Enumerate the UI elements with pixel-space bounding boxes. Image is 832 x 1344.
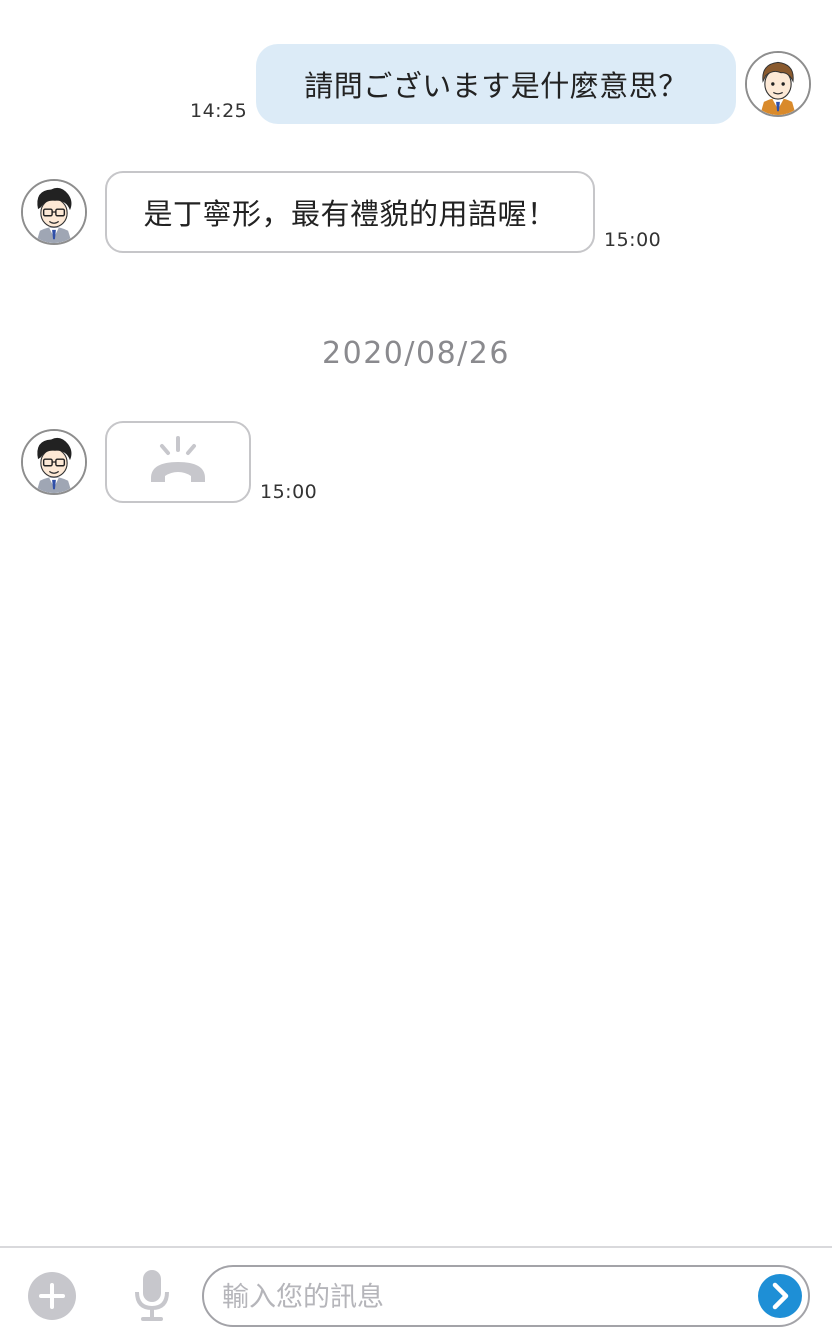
user-avatar-icon: [747, 53, 809, 115]
tutor-avatar-icon: [23, 181, 85, 243]
tutor-avatar[interactable]: [21, 179, 87, 245]
message-time: 14:25: [190, 100, 248, 122]
message-bubble-outgoing[interactable]: 請問ございます是什麼意思？: [256, 44, 736, 124]
plus-icon[interactable]: [28, 1272, 76, 1320]
send-button[interactable]: [758, 1274, 802, 1318]
message-input[interactable]: [222, 1275, 742, 1319]
message-time: 15:00: [604, 229, 662, 251]
call-bubble[interactable]: [105, 421, 251, 503]
message-bubble-incoming[interactable]: 是丁寧形，最有禮貌的用語喔！: [105, 171, 595, 253]
user-avatar[interactable]: [745, 51, 811, 117]
microphone-icon[interactable]: [132, 1268, 172, 1322]
message-time: 15:00: [260, 481, 318, 503]
tutor-avatar-icon: [23, 431, 85, 493]
message-input-field[interactable]: [202, 1265, 810, 1327]
date-separator: 2020/08/26: [322, 336, 510, 371]
chevron-right-icon: [772, 1282, 789, 1310]
missed-call-icon: [151, 436, 205, 482]
tutor-avatar[interactable]: [21, 429, 87, 495]
